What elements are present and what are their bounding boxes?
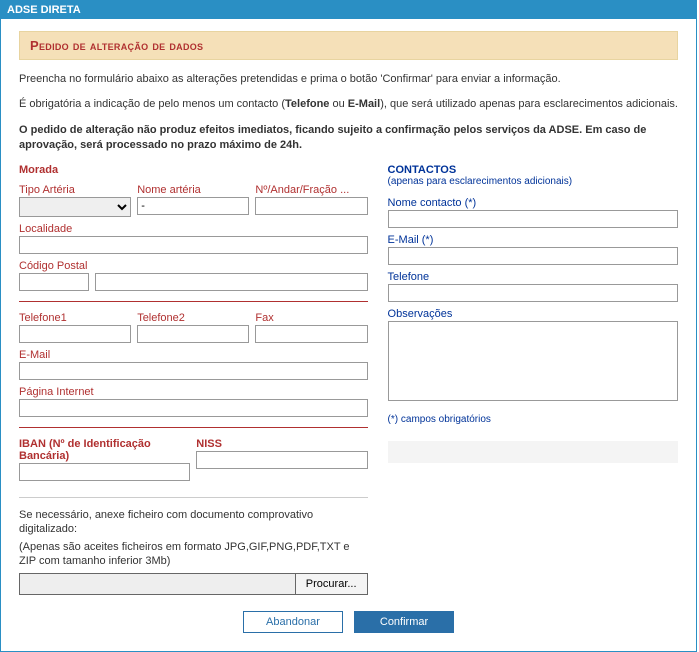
niss-input[interactable] [196,451,367,469]
fax-label: Fax [255,312,367,324]
separator-gray [19,497,368,498]
numero-input[interactable] [255,197,367,215]
iban-label-b: IBAN (Nº de Identificação Bancária) [19,438,151,462]
contacto-email-label: E-Mail (*) [388,234,678,246]
window: ADSE DIRETA Pedido de alteração de dados… [0,0,697,652]
telefone2-label: Telefone2 [137,312,249,324]
contacto-nome-input[interactable] [388,210,678,228]
window-title: ADSE DIRETA [1,1,696,19]
fax-input[interactable] [255,325,367,343]
contacto-nome-label: Nome contacto (*) [388,197,678,209]
contacto-telefone-label: Telefone [388,271,678,283]
contactos-title: CONTACTOS [388,164,678,176]
codigo-postal-1-input[interactable] [19,273,89,291]
intro-p3: O pedido de alteração não produz efeitos… [19,123,678,154]
pagina-label: Página Internet [19,386,368,398]
abandon-button[interactable]: Abandonar [243,611,343,633]
localidade-label: Localidade [19,223,368,235]
email-input[interactable] [19,362,368,380]
intro-p2-e: ), que será utilizado apenas para esclar… [380,98,678,110]
intro-p2-d: E-Mail [348,98,380,110]
codigo-postal-2-input[interactable] [95,273,368,291]
pagina-input[interactable] [19,399,368,417]
actions: Abandonar Confirmar [19,611,678,633]
email-label: E-Mail [19,349,368,361]
telefone1-input[interactable] [19,325,131,343]
tipo-arteria-select[interactable] [19,197,131,217]
telefone1-label: Telefone1 [19,312,131,324]
separator [19,301,368,302]
intro-p2-b: Telefone [285,98,329,110]
contacto-email-input[interactable] [388,247,678,265]
intro-p3-b: O pedido de alteração não produz efeitos… [19,124,646,151]
browse-button[interactable]: Procurar... [295,573,368,595]
nome-arteria-label: Nome artéria [137,184,249,196]
iban-label: IBAN (Nº de Identificação Bancária) [19,438,190,462]
contactos-sub: (apenas para esclarecimentos adicionais) [388,176,678,187]
left-column: Morada Tipo Artéria Nome artéria Nº/Anda… [19,164,368,595]
morada-title: Morada [19,164,368,176]
tipo-arteria-label: Tipo Artéria [19,184,131,196]
codigo-postal-label: Código Postal [19,260,368,272]
section-title: Pedido de alteração de dados [19,31,678,60]
separator [19,427,368,428]
file-path-display [19,573,296,595]
iban-input[interactable] [19,463,190,481]
content: Pedido de alteração de dados Preencha no… [1,19,696,651]
right-column: CONTACTOS (apenas para esclarecimentos a… [388,164,678,595]
intro-p2-a: É obrigatória a indicação de pelo menos … [19,98,285,110]
contacto-obs-textarea[interactable] [388,321,678,401]
intro-text: Preencha no formulário abaixo as alteraç… [19,72,678,154]
confirm-button[interactable]: Confirmar [354,611,454,633]
niss-label: NISS [196,438,367,450]
placeholder-box [388,441,678,463]
contacto-telefone-input[interactable] [388,284,678,302]
upload-desc-2: (Apenas são aceites ficheiros em formato… [19,540,368,569]
localidade-input[interactable] [19,236,368,254]
numero-label: Nº/Andar/Fração ... [255,184,367,196]
contacto-obs-label: Observações [388,308,678,320]
intro-p2-c: ou [329,98,347,110]
upload-desc-1: Se necessário, anexe ficheiro com docume… [19,508,368,537]
intro-p1: Preencha no formulário abaixo as alteraç… [19,72,678,87]
telefone2-input[interactable] [137,325,249,343]
intro-p2: É obrigatória a indicação de pelo menos … [19,97,678,112]
required-note: (*) campos obrigatórios [388,414,678,425]
nome-arteria-input[interactable] [137,197,249,215]
niss-label-b: NISS [196,438,222,450]
